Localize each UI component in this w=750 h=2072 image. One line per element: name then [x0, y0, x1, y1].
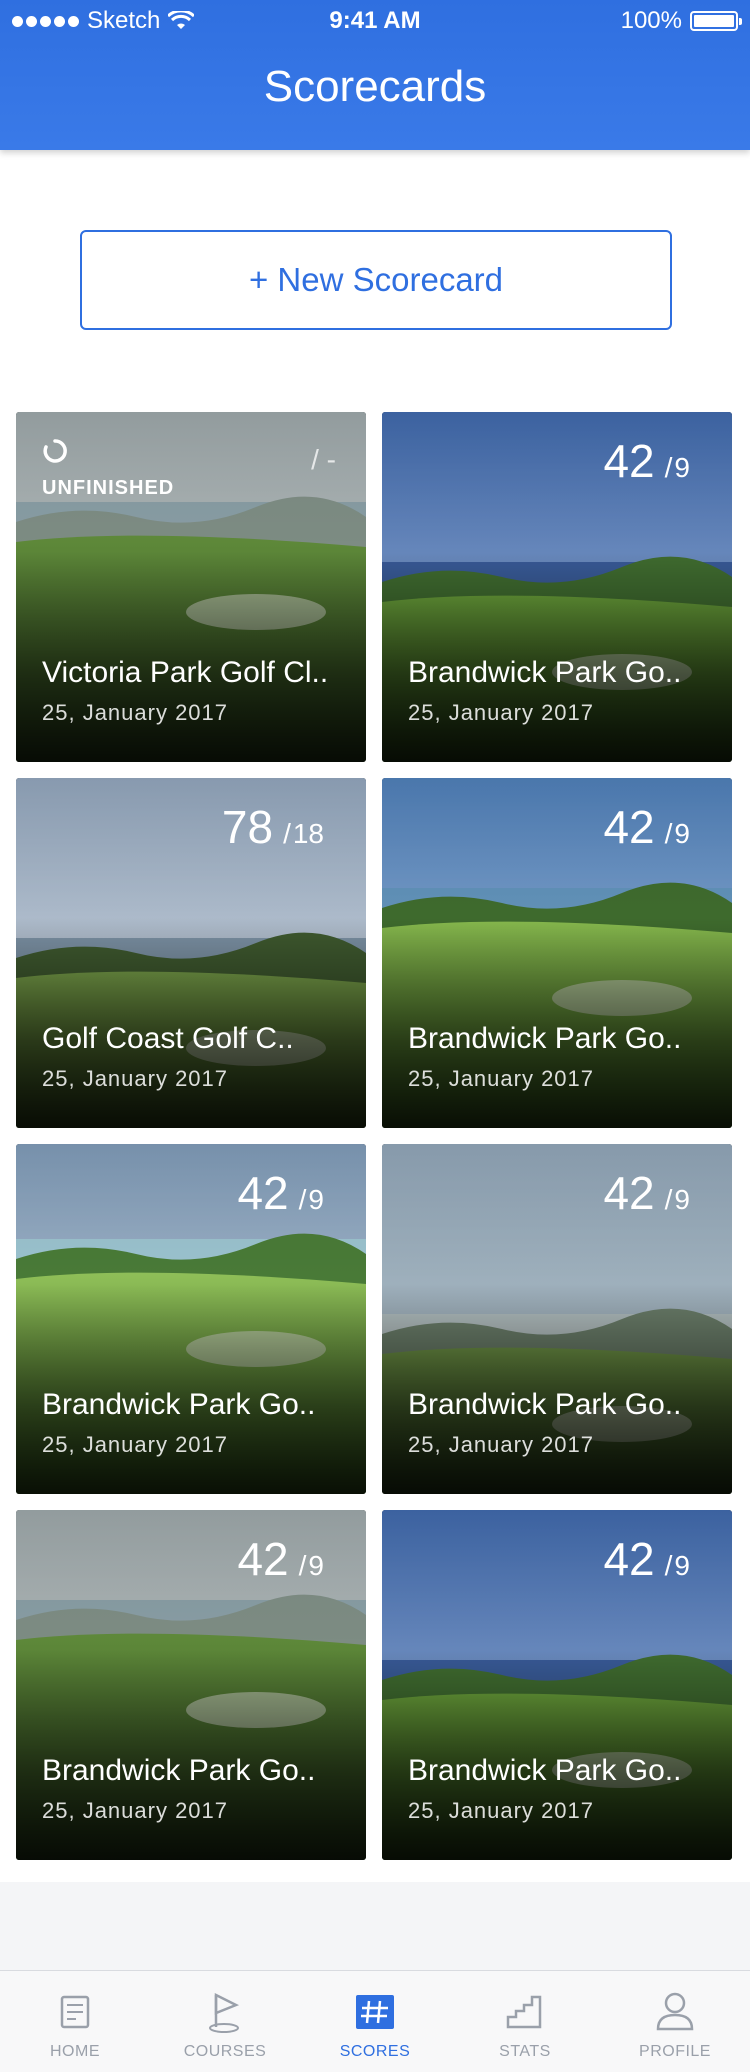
scores-icon [356, 1995, 394, 2029]
scorecard-date: 25, January 2017 [42, 700, 229, 725]
holes-total: 9 [674, 1550, 690, 1581]
stats-icon [506, 1995, 542, 2029]
scorecard-date: 25, January 2017 [42, 1432, 229, 1457]
tab-profile[interactable]: PROFILE [600, 1971, 750, 2072]
score-value: 42 [237, 1533, 289, 1585]
holes-total: 9 [674, 1184, 690, 1215]
scorecard-card[interactable]: UNFINISHED / - Victoria Park Golf Cl.. 25, … [16, 412, 366, 762]
tab-label: HOME [50, 2043, 100, 2060]
tab-label: PROFILE [639, 2043, 711, 2060]
score-value: 42 [603, 435, 655, 487]
score-separator: / [298, 1550, 307, 1581]
score-value: 42 [603, 1533, 655, 1585]
scorecard-card[interactable]: 42 /9 Brandwick Park Go.. 25, January 2017 [16, 1510, 366, 1860]
score-separator: / [664, 1550, 673, 1581]
holes-total: 9 [308, 1184, 324, 1215]
score-value: 42 [237, 1167, 289, 1219]
scorecard-card[interactable]: 42 /9 Brandwick Park Go.. 25, January 2017 [382, 778, 732, 1128]
score-separator: / [283, 818, 291, 849]
battery-percent: 100% [620, 7, 682, 34]
profile-icon [656, 1992, 694, 2031]
course-name: Brandwick Park Go.. [408, 1754, 682, 1787]
course-name: Brandwick Park Go.. [42, 1754, 316, 1787]
score: 42 /9 [603, 1166, 690, 1220]
scorecard-date: 25, January 2017 [42, 1066, 229, 1091]
score: 78 /18 [222, 800, 324, 854]
new-scorecard-button[interactable]: + New Scorecard [80, 230, 672, 330]
spinner-icon [43, 439, 67, 463]
scorecard-card[interactable]: 42 /9 Brandwick Park Go.. 25, January 2017 [382, 412, 732, 762]
unfinished-label: UNFINISHED [42, 477, 175, 499]
scorecard-card[interactable]: 42 /9 Brandwick Park Go.. 25, January 2017 [382, 1144, 732, 1494]
score-separator: / [298, 1184, 307, 1215]
score-separator: / [664, 452, 673, 483]
scorecard-card[interactable]: 78 /18 Golf Coast Golf C.. 25, January 2017 [16, 778, 366, 1128]
score: 42 /9 [603, 434, 690, 488]
unfinished-indicator: UNFINISHED [42, 438, 174, 500]
tab-scores[interactable]: SCORES [300, 1971, 450, 2072]
home-icon [60, 1995, 90, 2029]
course-name: Brandwick Park Go.. [42, 1388, 316, 1421]
score-separator: / [664, 818, 673, 849]
scorecard-date: 25, January 2017 [408, 1432, 595, 1457]
scorecard-date: 25, January 2017 [408, 700, 595, 725]
score-value: 78 [221, 801, 274, 853]
status-bar: Sketch 9:41 AM 100% [0, 0, 750, 40]
scorecard-card[interactable]: 42 /9 Brandwick Park Go.. 25, January 2017 [16, 1144, 366, 1494]
course-name: Brandwick Park Go.. [408, 656, 682, 689]
holes-total: 9 [674, 452, 690, 483]
tab-label: COURSES [183, 2043, 267, 2060]
course-name: Golf Coast Golf C.. [42, 1022, 294, 1055]
holes-total: 9 [674, 818, 690, 849]
app-header: Sketch 9:41 AM 100% Scorecards [0, 0, 750, 150]
course-name: Brandwick Park Go.. [408, 1388, 682, 1421]
tab-courses[interactable]: COURSES [150, 1971, 300, 2072]
tab-label: SCORES [339, 2043, 411, 2060]
tab-home[interactable]: HOME [0, 1971, 150, 2072]
score-value: 42 [603, 1167, 655, 1219]
scorecards-content: + New Scorecard UNFINISHED / - Victoria Pa… [0, 150, 750, 1882]
course-name: Brandwick Park Go.. [408, 1022, 682, 1055]
page-title: Scorecards [263, 62, 487, 111]
tab-label: STATS [499, 2043, 551, 2060]
score-value: 42 [603, 801, 655, 853]
score-separator: / [664, 1184, 673, 1215]
battery-icon [690, 11, 742, 31]
course-name: Victoria Park Golf Cl.. [42, 656, 329, 689]
score-placeholder: / - [311, 444, 336, 475]
score: 42 /9 [603, 800, 690, 854]
tab-stats[interactable]: STATS [450, 1971, 600, 2072]
scorecard-date: 25, January 2017 [408, 1798, 595, 1823]
holes-total: 9 [308, 1550, 324, 1581]
tab-bar: HOME COURSES SCORES STATS PROFILE [0, 1970, 750, 2072]
holes-total: 18 [292, 818, 324, 849]
score: 42 /9 [237, 1166, 324, 1220]
scorecard-date: 25, January 2017 [408, 1066, 595, 1091]
flag-icon [209, 1992, 240, 2033]
scorecard-date: 25, January 2017 [42, 1798, 229, 1823]
scorecard-card[interactable]: 42 /9 Brandwick Park Go.. 25, January 2017 [382, 1510, 732, 1860]
score: 42 /9 [237, 1532, 324, 1586]
score: 42 /9 [603, 1532, 690, 1586]
